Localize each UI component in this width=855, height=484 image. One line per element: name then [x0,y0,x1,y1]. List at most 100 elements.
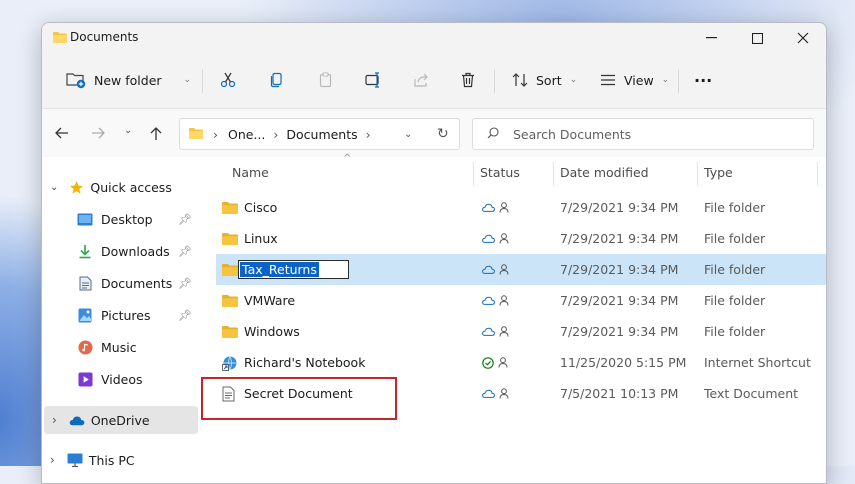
delete-button[interactable] [460,65,476,95]
sidebar-item-desktop[interactable]: Desktop 📌︎ [42,206,197,232]
trash-icon [462,72,474,88]
sidebar-item-label: Videos [101,371,143,387]
shared-person-icon [499,295,509,306]
documents-icon [77,275,93,291]
music-icon [77,339,93,355]
file-row[interactable]: Cisco 7/29/2021 9:34 PM File folder [216,192,826,223]
column-divider[interactable] [553,162,554,186]
file-name-cell[interactable]: Tax_Returns [222,254,349,285]
minimize-button[interactable] [688,23,734,53]
file-name-cell[interactable]: Windows [222,316,300,347]
share-button[interactable] [413,65,429,95]
sidebar-item-documents[interactable]: Documents 📌︎ [42,270,197,296]
folder-icon [222,294,240,307]
chevron-right-icon[interactable]: › [52,413,57,427]
date-modified-cell: 7/29/2021 9:34 PM [560,293,679,308]
sidebar-item-videos[interactable]: Videos [42,366,197,392]
refresh-icon[interactable]: ↻ [437,126,449,142]
close-button[interactable] [780,23,826,53]
rename-button[interactable] [365,65,383,95]
column-divider[interactable] [697,162,698,186]
file-explorer-window: Documents New folder ⌄ Sort ⌄ View ⌄ ···… [41,22,827,484]
column-header-date-modified[interactable]: Date modified [560,157,649,187]
command-bar: New folder ⌄ Sort ⌄ View ⌄ ··· [42,53,826,109]
address-bar[interactable]: › One... › Documents › ⌄ ↻ [179,118,460,150]
column-header-type[interactable]: Type [704,157,733,187]
rename-input[interactable]: Tax_Returns [238,260,349,279]
file-name-cell[interactable]: Cisco [222,192,277,223]
breadcrumb-documents[interactable]: Documents [286,127,357,142]
status-cell [482,192,509,223]
address-history-chevron-icon[interactable]: ⌄ [404,129,412,140]
date-modified-cell: 7/29/2021 9:34 PM [560,324,679,339]
chevron-down-icon[interactable]: ⌄ [184,75,192,85]
column-header-status[interactable]: Status [480,157,520,187]
breadcrumb-onedrive[interactable]: One... [228,127,265,142]
view-label: View [624,72,654,88]
back-arrow-icon[interactable] [55,127,69,143]
status-cell [482,378,509,409]
sidebar-item-pictures[interactable]: Pictures 📌︎ [42,302,197,328]
rename-icon [365,72,379,88]
highlight-annotation-box [201,377,397,420]
cloud-status-icon [482,234,495,243]
status-cell [482,316,509,347]
file-row[interactable]: VMWare 7/29/2021 9:34 PM File folder [216,285,826,316]
sort-button[interactable]: Sort ⌄ [512,65,577,95]
chevron-down-icon[interactable]: ⌄ [50,182,58,193]
file-name-cell[interactable]: VMWare [222,285,295,316]
more-options-button[interactable]: ··· [694,65,712,95]
sidebar-item-music[interactable]: Music [42,334,197,360]
file-name-cell[interactable]: Linux [222,223,278,254]
new-folder-icon [66,73,86,89]
view-button[interactable]: View ⌄ [600,65,669,95]
file-row[interactable]: Windows 7/29/2021 9:34 PM File folder [216,316,826,347]
chevron-right-icon[interactable]: › [50,453,55,467]
sidebar-item-this-pc[interactable]: › This PC [42,447,197,473]
title-bar[interactable]: Documents [42,23,826,53]
column-divider[interactable] [817,162,818,186]
column-header-name[interactable]: Name [232,157,269,187]
breadcrumb-separator-icon: › [213,126,218,142]
sidebar-item-label: Downloads [101,243,170,259]
date-modified-cell: 7/29/2021 9:34 PM [560,200,679,215]
cloud-status-icon [482,296,495,305]
cut-button[interactable] [220,65,236,95]
recent-locations-chevron-icon[interactable]: ⌄ [124,125,132,136]
date-modified-cell: 11/25/2020 5:15 PM [560,355,687,370]
paste-icon [319,72,332,88]
up-arrow-icon[interactable] [150,127,162,145]
rename-selected-text: Tax_Returns [240,262,319,277]
explorer-body: ⌄ Quick access Desktop 📌︎ Downloads 📌︎ D… [42,153,826,483]
cloud-status-icon [482,265,495,274]
copy-button[interactable] [269,65,285,95]
sidebar-item-quick-access[interactable]: ⌄ Quick access [42,174,197,200]
share-icon [414,73,428,87]
breadcrumb-separator-icon: › [273,126,279,142]
column-divider[interactable] [473,162,474,186]
file-name-cell[interactable]: Richard's Notebook [222,347,365,378]
shared-person-icon [499,388,509,399]
internet-shortcut-icon [222,355,240,371]
cloud-status-icon [482,203,495,212]
type-cell: File folder [704,200,766,215]
new-folder-button[interactable]: New folder ⌄ [66,65,191,95]
maximize-button[interactable] [734,23,780,53]
forward-arrow-icon[interactable] [91,127,105,143]
file-row[interactable]: Linux 7/29/2021 9:34 PM File folder [216,223,826,254]
date-modified-cell: 7/29/2021 9:34 PM [560,231,679,246]
breadcrumb-separator-icon: › [365,126,371,142]
folder-icon [189,127,203,142]
file-name: Richard's Notebook [244,355,366,370]
type-cell: File folder [704,231,766,246]
file-row[interactable]: Richard's Notebook 11/25/2020 5:15 PM Inte… [216,347,826,378]
search-box[interactable]: Search Documents [472,118,814,150]
sort-ascending-icon: ^ [343,153,352,164]
chevron-down-icon: ⌄ [569,75,578,85]
sidebar-item-onedrive[interactable]: › OneDrive [44,406,198,434]
sidebar-item-downloads[interactable]: Downloads 📌︎ [42,238,197,264]
cloud-status-icon [482,327,495,336]
file-row[interactable]: Tax_Returns 7/29/2021 9:34 PM File folder [216,254,826,285]
paste-button[interactable] [318,65,334,95]
navigation-bar: ⌄ › One... › Documents › ⌄ ↻ Search Docu… [42,109,826,157]
